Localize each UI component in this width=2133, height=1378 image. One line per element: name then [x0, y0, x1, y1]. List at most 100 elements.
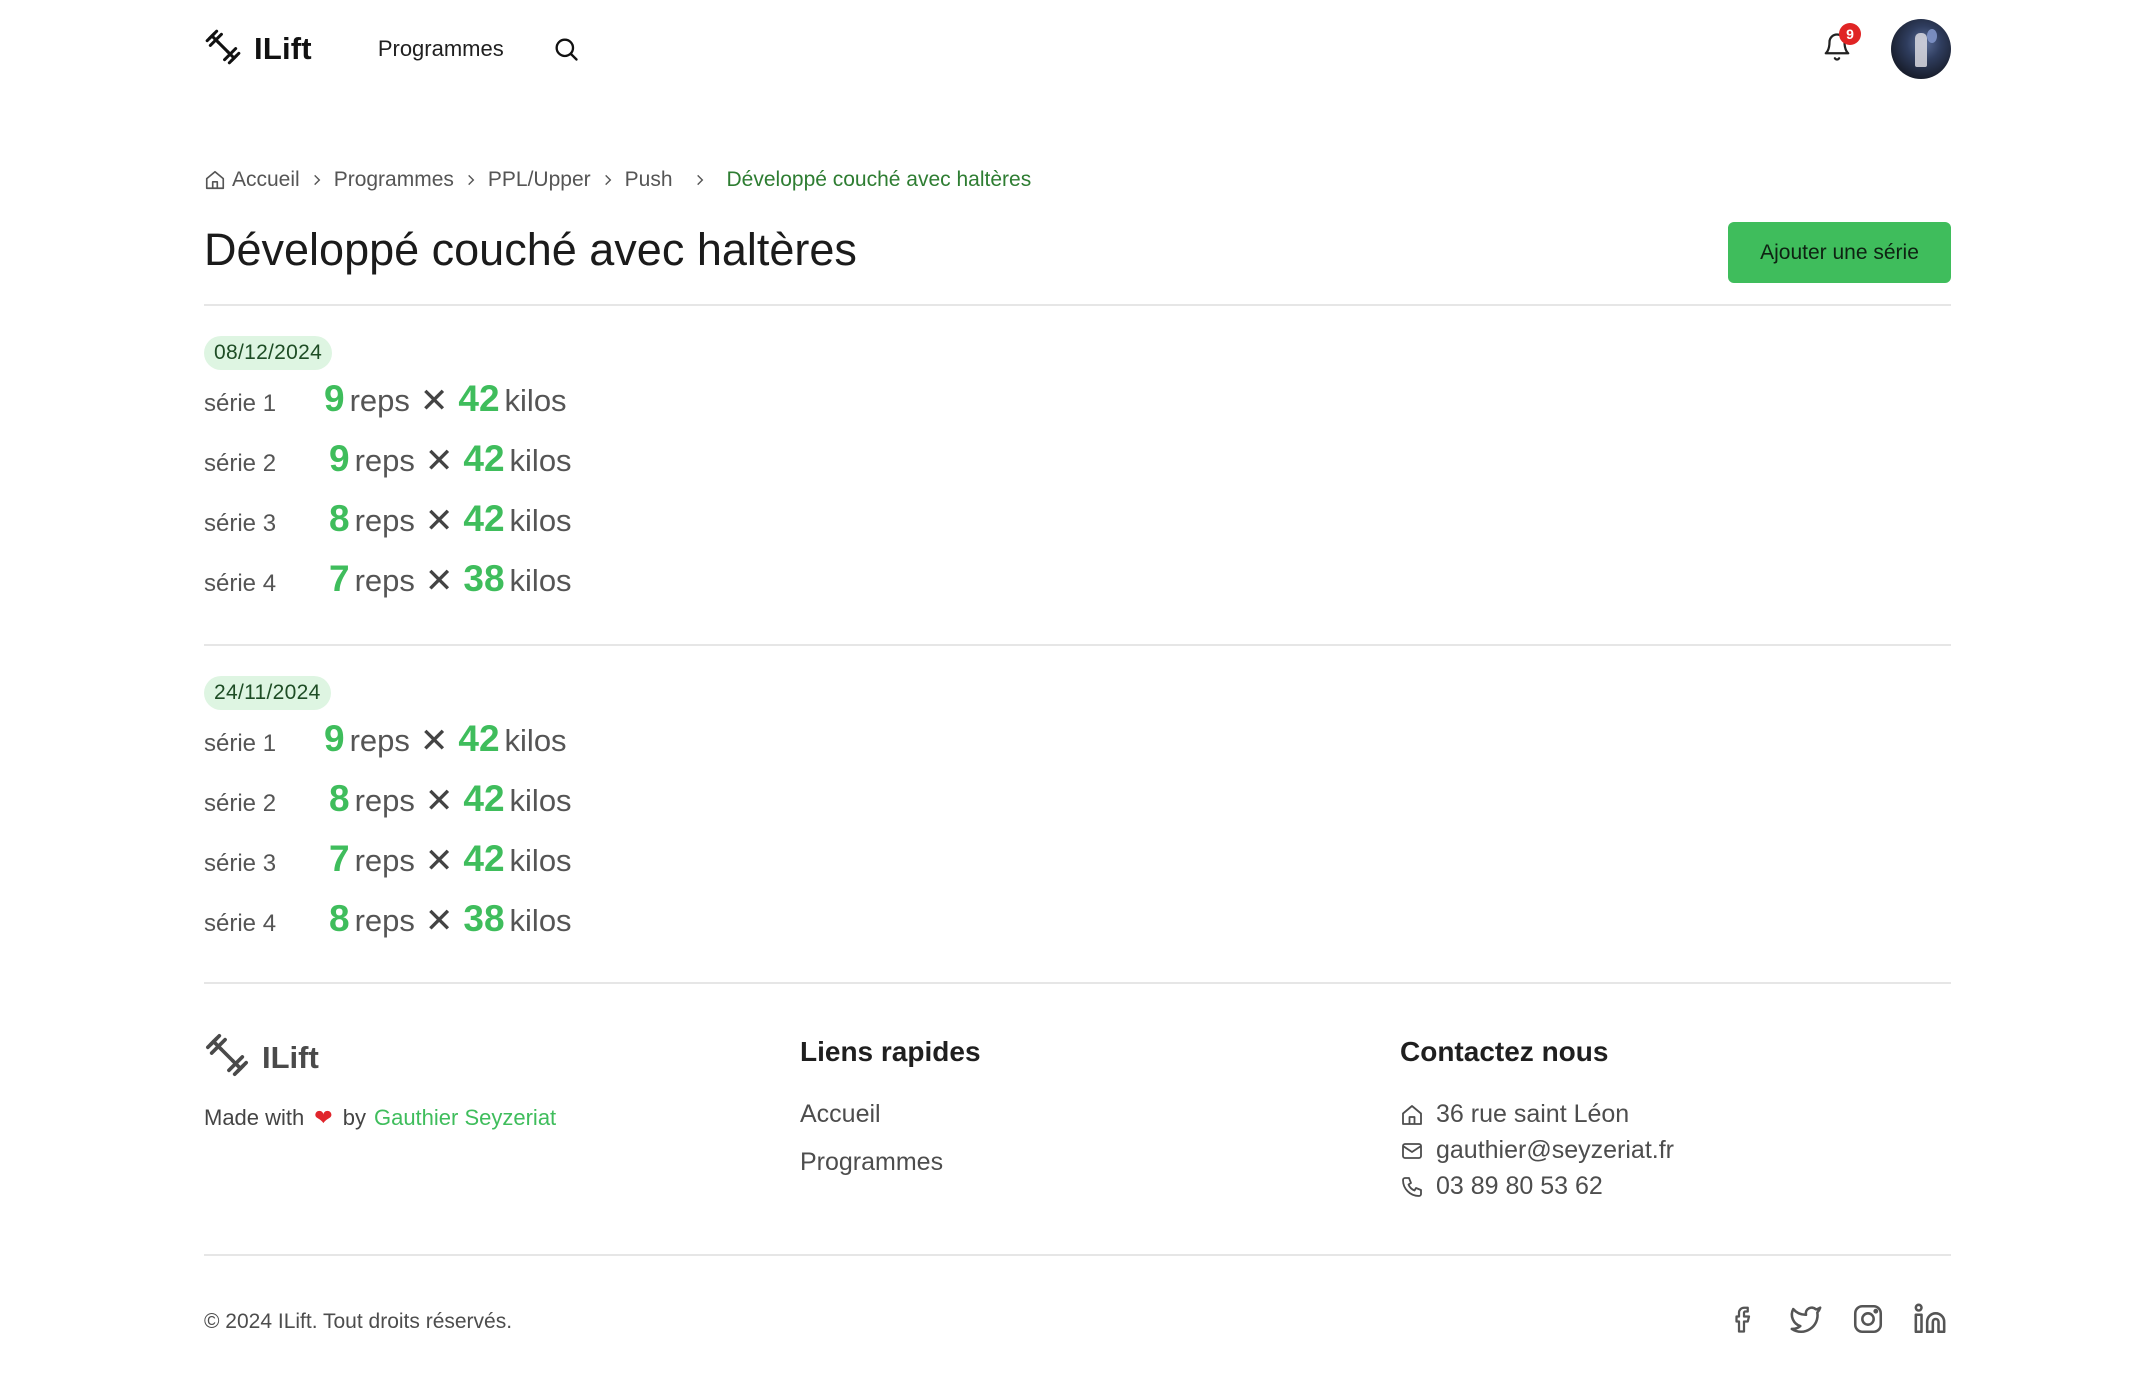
reps-value: 7 — [329, 838, 350, 879]
avatar-figure — [1915, 33, 1927, 67]
reps-unit: reps — [349, 383, 410, 418]
weight-unit: kilos — [509, 903, 572, 938]
made-with-line: Made with ❤ by Gauthier Seyzeriat — [204, 1105, 556, 1131]
breadcrumb-item-accueil[interactable]: Accueil — [204, 168, 300, 192]
weight-value: 42 — [458, 718, 500, 759]
times-icon: ✕ — [424, 442, 454, 480]
avatar-figure-head — [1927, 29, 1937, 43]
reps-value: 8 — [329, 498, 350, 539]
divider — [204, 1254, 1951, 1256]
weight-value: 38 — [463, 558, 505, 599]
set-label: série 3 — [204, 510, 277, 537]
reps-unit: reps — [349, 723, 410, 758]
dumbbell-icon — [204, 28, 242, 71]
session-card: 08/12/2024 série 1 9 reps ✕ 42 kilos série 2… — [204, 336, 1951, 618]
reps-value: 9 — [324, 378, 345, 419]
weight-value: 42 — [463, 498, 505, 539]
address-text: 36 rue saint Léon — [1436, 1100, 1630, 1128]
breadcrumb-label: Accueil — [232, 168, 300, 191]
set-label: série 4 — [204, 910, 277, 937]
set-value: 9 reps ✕ 42 kilos — [324, 378, 567, 420]
weight-unit: kilos — [509, 783, 572, 818]
contact-title: Contactez nous — [1400, 1036, 1609, 1067]
weight-value: 42 — [463, 778, 505, 819]
reps-unit: reps — [354, 903, 415, 938]
reps-value: 8 — [329, 898, 350, 939]
breadcrumb-current: Développé couché avec haltères — [726, 168, 1032, 191]
session-card: 24/11/2024 série 1 9 reps ✕ 42 kilos série 2… — [204, 676, 1951, 958]
reps-value: 9 — [324, 718, 345, 759]
times-icon: ✕ — [424, 782, 454, 820]
nav-programmes-link[interactable]: Programmes — [378, 36, 504, 62]
breadcrumb-item-push[interactable]: Push — [625, 168, 673, 192]
heart-icon: ❤ — [314, 1105, 333, 1130]
chevron-right-icon — [464, 173, 478, 187]
nav-right-group: 9 — [1817, 19, 1951, 79]
dumbbell-icon — [204, 1032, 250, 1083]
footer-link-programmes[interactable]: Programmes — [800, 1148, 943, 1177]
weight-unit: kilos — [504, 723, 567, 758]
brand-logo-link[interactable]: ILift — [204, 28, 312, 71]
divider — [204, 644, 1951, 646]
footer-brand-name: ILift — [262, 1039, 319, 1075]
reps-unit: reps — [354, 783, 415, 818]
reps-unit: reps — [354, 503, 415, 538]
page-title: Développé couché avec haltères — [204, 224, 857, 275]
set-label: série 1 — [204, 730, 277, 757]
avatar[interactable] — [1891, 19, 1951, 79]
set-list: série 1 9 reps ✕ 42 kilos série 2 8 reps ✕ 42 ki… — [204, 718, 1951, 958]
facebook-icon[interactable] — [1727, 1302, 1761, 1336]
set-row: série 3 8 reps ✕ 42 kilos — [204, 498, 1951, 558]
times-icon: ✕ — [419, 382, 449, 420]
times-icon: ✕ — [424, 562, 454, 600]
set-value: 8 reps ✕ 38 kilos — [329, 898, 572, 940]
weight-value: 42 — [458, 378, 500, 419]
reps-unit: reps — [354, 843, 415, 878]
contact-phone[interactable]: 03 89 80 53 62 — [1400, 1172, 1603, 1201]
quick-links-title: Liens rapides — [800, 1036, 981, 1067]
set-label: série 4 — [204, 570, 277, 597]
set-label: série 1 — [204, 390, 277, 417]
divider — [204, 982, 1951, 984]
mail-icon — [1402, 1142, 1422, 1159]
top-navbar: ILift Programmes 9 — [204, 18, 1951, 80]
notifications-button[interactable]: 9 — [1817, 23, 1861, 69]
add-series-button[interactable]: Ajouter une série — [1728, 222, 1951, 283]
weight-value: 42 — [463, 838, 505, 879]
set-value: 7 reps ✕ 38 kilos — [329, 558, 572, 600]
contact-address: 36 rue saint Léon — [1400, 1100, 1629, 1129]
phone-icon — [1402, 1176, 1422, 1197]
instagram-icon[interactable] — [1851, 1302, 1885, 1336]
contact-email[interactable]: gauthier@seyzeriat.fr — [1400, 1136, 1674, 1165]
times-icon: ✕ — [419, 722, 449, 760]
twitter-icon[interactable] — [1789, 1302, 1823, 1336]
breadcrumb-item-ppl-upper[interactable]: PPL/Upper — [488, 168, 591, 192]
date-badge: 08/12/2024 — [204, 336, 333, 370]
linkedin-icon[interactable] — [1913, 1302, 1947, 1336]
date-badge: 24/11/2024 — [204, 676, 331, 710]
reps-value: 9 — [329, 438, 350, 479]
set-value: 9 reps ✕ 42 kilos — [329, 438, 572, 480]
set-list: série 1 9 reps ✕ 42 kilos série 2 9 reps ✕ 42 ki… — [204, 378, 1951, 618]
weight-unit: kilos — [509, 503, 572, 538]
footer-brand[interactable]: ILift — [204, 1032, 319, 1083]
set-row: série 3 7 reps ✕ 42 kilos — [204, 838, 1951, 898]
copyright: © 2024 ILift. Tout droits réservés. — [204, 1310, 513, 1333]
footer-link-accueil[interactable]: Accueil — [800, 1100, 881, 1129]
set-row: série 4 8 reps ✕ 38 kilos — [204, 898, 1951, 958]
notification-count-badge: 9 — [1839, 23, 1861, 45]
set-value: 9 reps ✕ 42 kilos — [324, 718, 567, 760]
search-icon[interactable] — [548, 31, 584, 67]
breadcrumb-item-programmes[interactable]: Programmes — [334, 168, 454, 192]
weight-value: 38 — [463, 898, 505, 939]
weight-value: 42 — [463, 438, 505, 479]
chevron-right-icon — [693, 173, 707, 187]
weight-unit: kilos — [509, 443, 572, 478]
reps-unit: reps — [354, 563, 415, 598]
email-text: gauthier@seyzeriat.fr — [1436, 1136, 1674, 1164]
home-icon — [205, 170, 225, 190]
author-link[interactable]: Gauthier Seyzeriat — [374, 1105, 556, 1131]
divider — [204, 304, 1951, 306]
made-with-text: Made with — [204, 1105, 305, 1130]
home-icon — [1402, 1104, 1422, 1125]
